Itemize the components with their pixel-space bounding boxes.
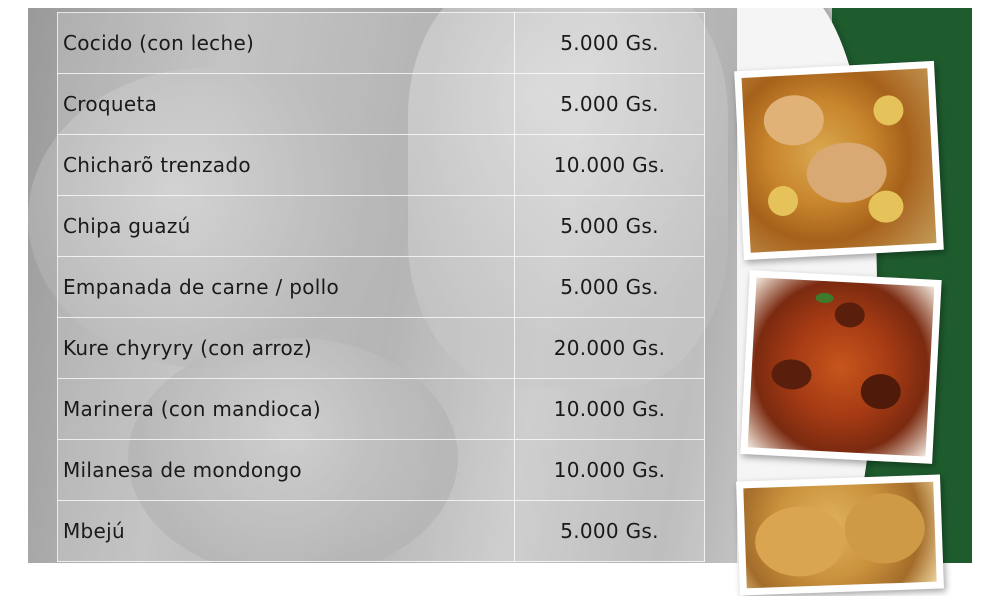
- item-name: Mbejú: [57, 500, 515, 562]
- item-name: Kure chyryry (con arroz): [57, 317, 515, 379]
- item-price: 10.000 Gs.: [514, 439, 705, 501]
- item-price: 5.000 Gs.: [514, 195, 705, 257]
- table-row: Croqueta 5.000 Gs.: [57, 73, 705, 135]
- table-row: Cocido (con leche) 5.000 Gs.: [57, 12, 705, 74]
- item-name: Chipa guazú: [57, 195, 515, 257]
- item-price: 5.000 Gs.: [514, 73, 705, 135]
- item-name: Chicharõ trenzado: [57, 134, 515, 196]
- chicken-stew-photo: [734, 60, 944, 261]
- menu-price-table: Cocido (con leche) 5.000 Gs. Croqueta 5.…: [57, 12, 705, 562]
- table-row: Chicharõ trenzado 10.000 Gs.: [57, 134, 705, 196]
- item-name: Croqueta: [57, 73, 515, 135]
- item-name: Empanada de carne / pollo: [57, 256, 515, 318]
- table-row: Empanada de carne / pollo 5.000 Gs.: [57, 256, 705, 318]
- table-row: Chipa guazú 5.000 Gs.: [57, 195, 705, 257]
- item-name: Cocido (con leche): [57, 12, 515, 74]
- fried-empanadas-photo: [736, 474, 944, 596]
- table-row: Kure chyryry (con arroz) 20.000 Gs.: [57, 317, 705, 379]
- table-row: Mbejú 5.000 Gs.: [57, 500, 705, 562]
- item-price: 20.000 Gs.: [514, 317, 705, 379]
- item-name: Marinera (con mandioca): [57, 378, 515, 440]
- item-price: 10.000 Gs.: [514, 134, 705, 196]
- table-row: Milanesa de mondongo 10.000 Gs.: [57, 439, 705, 501]
- table-row: Marinera (con mandioca) 10.000 Gs.: [57, 378, 705, 440]
- item-name: Milanesa de mondongo: [57, 439, 515, 501]
- spaghetti-meat-sauce-photo: [740, 270, 942, 464]
- item-price: 5.000 Gs.: [514, 256, 705, 318]
- item-price: 5.000 Gs.: [514, 500, 705, 562]
- item-price: 10.000 Gs.: [514, 378, 705, 440]
- item-price: 5.000 Gs.: [514, 12, 705, 74]
